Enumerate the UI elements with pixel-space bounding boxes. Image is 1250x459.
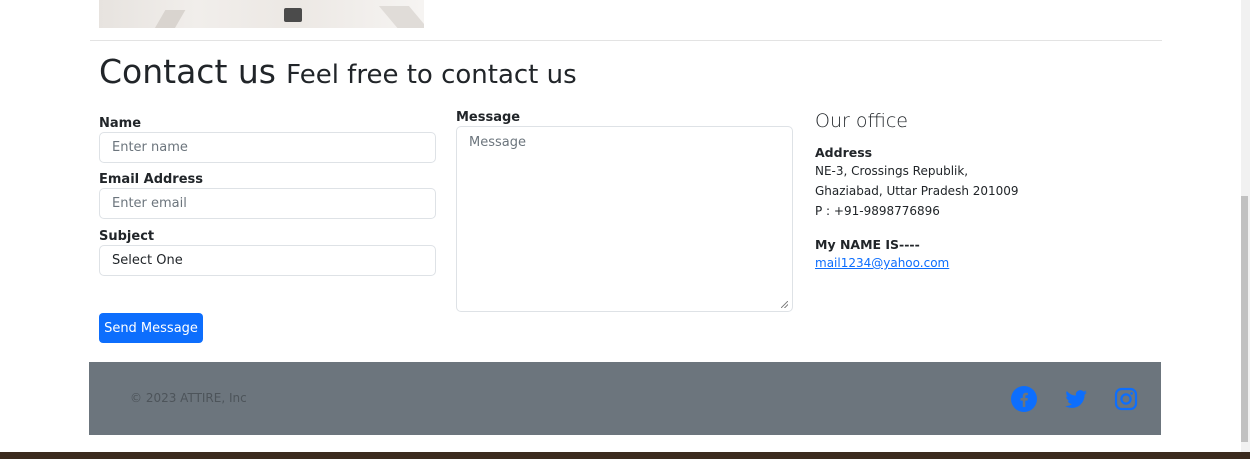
resize-grip-icon[interactable] <box>781 301 788 308</box>
footer: © 2023 ATTIRE, Inc <box>89 362 1161 435</box>
message-textarea[interactable]: Message <box>456 126 793 312</box>
scrollbar-thumb[interactable] <box>1241 196 1248 442</box>
phone-number: P : +91-9898776896 <box>815 204 940 218</box>
message-placeholder: Message <box>469 135 526 150</box>
top-image-fragment <box>99 0 424 28</box>
title-main: Contact us <box>99 52 276 91</box>
name-input[interactable]: Enter name <box>99 132 436 163</box>
subject-select[interactable]: Select One <box>99 245 436 276</box>
instagram-icon[interactable] <box>1113 386 1139 412</box>
twitter-icon[interactable] <box>1063 386 1089 412</box>
address-line-2: Ghaziabad, Uttar Pradesh 201009 <box>815 184 1019 198</box>
email-label: Email Address <box>99 172 204 187</box>
page-title: Contact us Feel free to contact us <box>99 52 577 91</box>
subject-label: Subject <box>99 229 155 244</box>
name-line: My NAME IS---- <box>815 237 920 252</box>
send-message-button[interactable]: Send Message <box>99 313 203 343</box>
email-input[interactable]: Enter email <box>99 188 436 219</box>
copyright-text: © 2023 ATTIRE, Inc <box>130 391 247 405</box>
address-label: Address <box>815 145 873 160</box>
message-label: Message <box>456 110 521 125</box>
facebook-icon[interactable] <box>1011 386 1037 412</box>
name-placeholder: Enter name <box>112 140 188 155</box>
subject-selected-value: Select One <box>112 253 183 268</box>
taskbar-edge <box>0 452 1250 459</box>
address-line-1: NE-3, Crossings Republik, <box>815 164 969 178</box>
name-label: Name <box>99 116 142 131</box>
section-divider <box>90 40 1162 41</box>
office-title: Our office <box>815 110 908 132</box>
title-sub: Feel free to contact us <box>286 60 577 90</box>
email-link[interactable]: mail1234@yahoo.com <box>815 256 949 270</box>
page-scrollbar[interactable] <box>1241 0 1250 452</box>
email-placeholder: Enter email <box>112 196 187 211</box>
